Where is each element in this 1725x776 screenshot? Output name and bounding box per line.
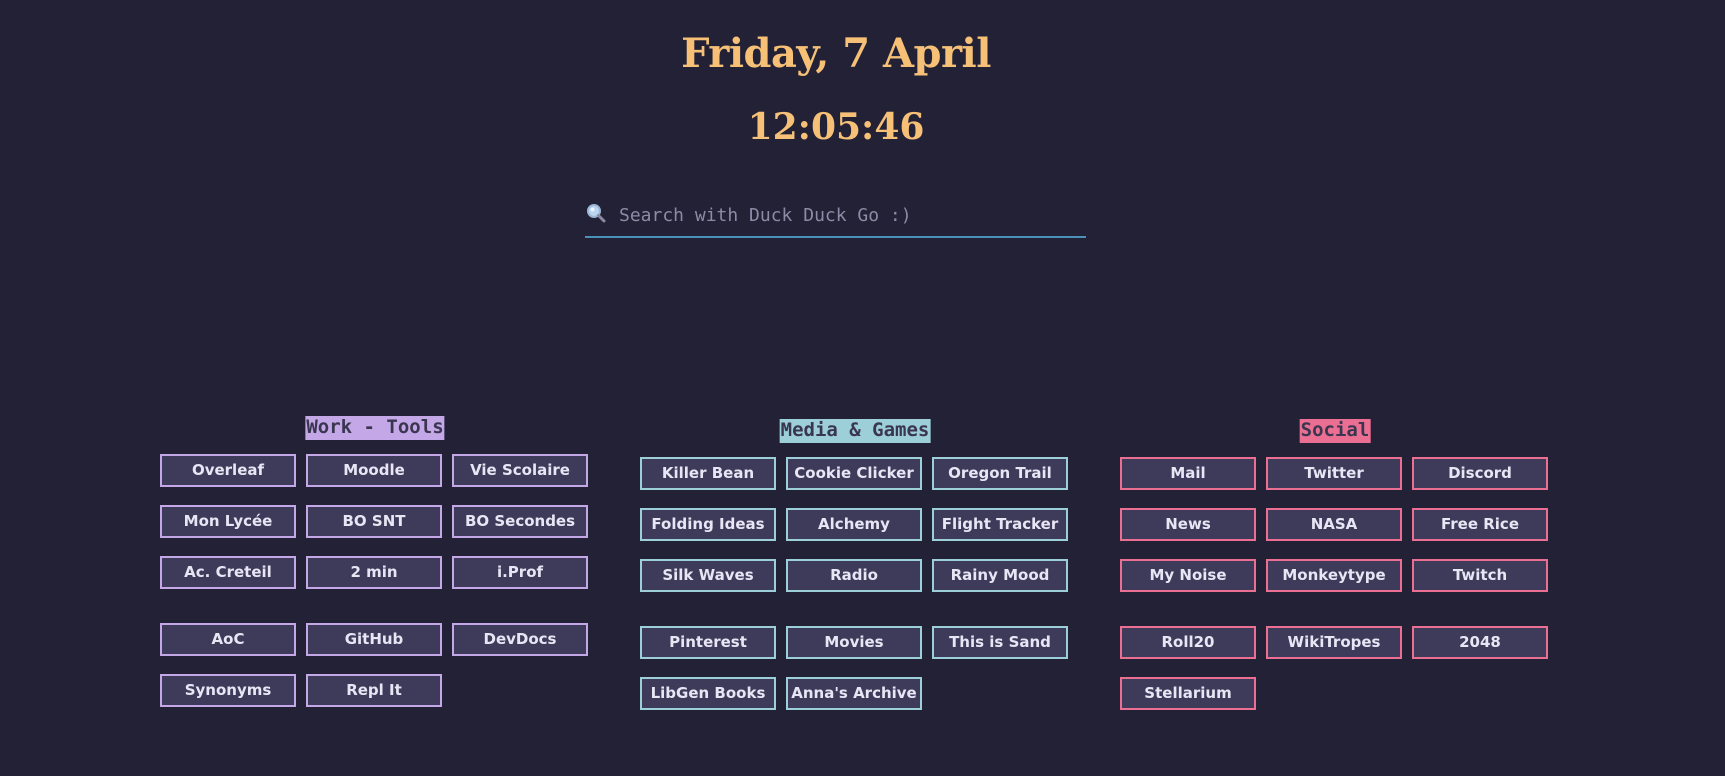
link-button-anna-s-archive[interactable]: Anna's Archive (786, 677, 922, 710)
link-button-discord[interactable]: Discord (1412, 457, 1548, 490)
link-button-github[interactable]: GitHub (306, 623, 442, 656)
group-title: Social (1299, 419, 1371, 443)
link-button-rainy-mood[interactable]: Rainy Mood (932, 559, 1068, 592)
clock-display: 12:05:46 (747, 106, 925, 148)
link-button-bo-snt[interactable]: BO SNT (306, 505, 442, 538)
link-button-ac-creteil[interactable]: Ac. Creteil (160, 556, 296, 589)
group-title: Work - Tools (305, 416, 445, 440)
link-button-silk-waves[interactable]: Silk Waves (640, 559, 776, 592)
link-button-killer-bean[interactable]: Killer Bean (640, 457, 776, 490)
link-button-radio[interactable]: Radio (786, 559, 922, 592)
link-button-news[interactable]: News (1120, 508, 1256, 541)
search-input[interactable] (617, 200, 1081, 230)
link-button-2-min[interactable]: 2 min (306, 556, 442, 589)
link-button-bo-secondes[interactable]: BO Secondes (452, 505, 588, 538)
link-button-libgen-books[interactable]: LibGen Books (640, 677, 776, 710)
link-button-aoc[interactable]: AoC (160, 623, 296, 656)
link-button-oregon-trail[interactable]: Oregon Trail (932, 457, 1068, 490)
date-display: Friday, 7 April (681, 30, 991, 77)
link-button-mon-lyc-e[interactable]: Mon Lycée (160, 505, 296, 538)
link-button-nasa[interactable]: NASA (1266, 508, 1402, 541)
link-button-moodle[interactable]: Moodle (306, 454, 442, 487)
link-button-synonyms[interactable]: Synonyms (160, 674, 296, 707)
link-button-i-prof[interactable]: i.Prof (452, 556, 588, 589)
link-button-repl-it[interactable]: Repl It (306, 674, 442, 707)
link-button-mail[interactable]: Mail (1120, 457, 1256, 490)
link-button-folding-ideas[interactable]: Folding Ideas (640, 508, 776, 541)
group-title: Media & Games (779, 419, 931, 443)
link-button-vie-scolaire[interactable]: Vie Scolaire (452, 454, 588, 487)
link-button-cookie-clicker[interactable]: Cookie Clicker (786, 457, 922, 490)
link-button-2048[interactable]: 2048 (1412, 626, 1548, 659)
link-button-roll20[interactable]: Roll20 (1120, 626, 1256, 659)
link-button-free-rice[interactable]: Free Rice (1412, 508, 1548, 541)
link-button-movies[interactable]: Movies (786, 626, 922, 659)
link-button-wikitropes[interactable]: WikiTropes (1266, 626, 1402, 659)
search-bar (585, 196, 1086, 238)
link-button-pinterest[interactable]: Pinterest (640, 626, 776, 659)
link-button-twitter[interactable]: Twitter (1266, 457, 1402, 490)
link-button-my-noise[interactable]: My Noise (1120, 559, 1256, 592)
link-button-flight-tracker[interactable]: Flight Tracker (932, 508, 1068, 541)
link-button-overleaf[interactable]: Overleaf (160, 454, 296, 487)
link-button-stellarium[interactable]: Stellarium (1120, 677, 1256, 710)
link-button-devdocs[interactable]: DevDocs (452, 623, 588, 656)
link-button-alchemy[interactable]: Alchemy (786, 508, 922, 541)
link-button-twitch[interactable]: Twitch (1412, 559, 1548, 592)
link-button-monkeytype[interactable]: Monkeytype (1266, 559, 1402, 592)
magnifier-icon (585, 202, 607, 224)
link-button-this-is-sand[interactable]: This is Sand (932, 626, 1068, 659)
